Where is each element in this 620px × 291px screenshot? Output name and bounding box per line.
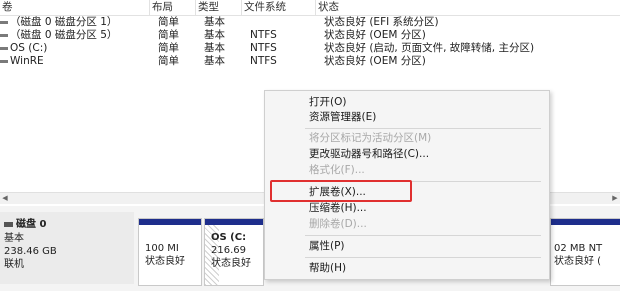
disk-icon	[4, 221, 13, 227]
menu-item-help[interactable]: 帮助(H)	[309, 261, 346, 276]
status-cell: 状态良好 (启动, 页面文件, 故障转储, 主分区)	[324, 42, 535, 54]
type-cell: 基本	[204, 42, 225, 54]
disk-name: 磁盘 0	[16, 219, 47, 230]
partition-status: 状态良好	[145, 256, 185, 267]
filesystem-cell: NTFS	[250, 55, 277, 67]
disk-kind: 基本	[4, 233, 24, 244]
column-header-volume[interactable]: 卷	[0, 0, 150, 15]
filesystem-cell: NTFS	[250, 29, 277, 41]
menu-item-shrink-volume[interactable]: 压缩卷(H)...	[309, 201, 367, 216]
menu-item-delete-volume[interactable]: 删除卷(D)...	[309, 217, 367, 232]
column-header-filesystem[interactable]: 文件系统	[242, 0, 316, 15]
column-header-type[interactable]: 类型	[196, 0, 242, 15]
status-cell: 状态良好 (OEM 分区)	[324, 55, 426, 67]
partition-size: 02 MB NT	[554, 243, 603, 254]
annotation-highlight-box	[270, 180, 412, 202]
volume-cell: OS (C:)	[0, 42, 150, 55]
scroll-right-icon[interactable]: ▶	[610, 193, 620, 204]
volume-icon	[0, 46, 8, 50]
layout-cell: 简单	[158, 29, 179, 41]
volume-cell: WinRE	[0, 55, 150, 68]
layout-cell: 简单	[158, 42, 179, 54]
partition-color-bar	[139, 219, 201, 225]
layout-cell: 简单	[158, 16, 179, 28]
menu-item-mark-active[interactable]: 将分区标记为活动分区(M)	[309, 131, 431, 146]
filesystem-cell: NTFS	[250, 42, 277, 54]
partition-status: 状态良好 (	[554, 256, 602, 267]
volume-icon	[0, 33, 8, 37]
partition-size: 100 MI	[145, 243, 179, 254]
status-cell: 状态良好 (OEM 分区)	[324, 29, 426, 41]
scroll-left-icon[interactable]: ◀	[0, 193, 10, 204]
partition-color-bar	[551, 219, 620, 225]
menu-item-change-drive-letter[interactable]: 更改驱动器号和路径(C)...	[309, 147, 429, 162]
type-cell: 基本	[204, 16, 225, 28]
table-row[interactable]: OS (C:) 简单 基本 NTFS 状态良好 (启动, 页面文件, 故障转储,…	[0, 42, 620, 55]
partition-label: OS (C:	[211, 232, 247, 243]
type-cell: 基本	[204, 29, 225, 41]
disk-name-row: 磁盘 0	[4, 218, 46, 231]
partition-status: 状态良好	[211, 258, 251, 269]
type-cell: 基本	[204, 55, 225, 67]
column-header-status[interactable]: 状态	[316, 0, 620, 15]
menu-item-properties[interactable]: 属性(P)	[309, 239, 345, 254]
disk-state: 联机	[4, 259, 24, 270]
disk-info-panel[interactable]: 磁盘 0 基本 238.46 GB 联机	[0, 212, 134, 284]
disk-size: 238.46 GB	[4, 246, 57, 257]
menu-separator	[305, 128, 541, 129]
volume-list-header: 卷 布局 类型 文件系统 状态	[0, 0, 620, 16]
column-header-layout[interactable]: 布局	[150, 0, 196, 15]
layout-cell: 简单	[158, 55, 179, 67]
menu-item-format[interactable]: 格式化(F)...	[309, 163, 365, 178]
table-row[interactable]: （磁盘 0 磁盘分区 5） 简单 基本 NTFS 状态良好 (OEM 分区)	[0, 29, 620, 42]
menu-separator	[305, 235, 541, 236]
menu-item-explore[interactable]: 资源管理器(E)	[309, 110, 376, 125]
menu-separator	[305, 257, 541, 258]
partition-size: 216.69	[211, 245, 246, 256]
table-row[interactable]: （磁盘 0 磁盘分区 1） 简单 基本 状态良好 (EFI 系统分区)	[0, 16, 620, 29]
status-cell: 状态良好 (EFI 系统分区)	[324, 16, 439, 28]
volume-icon	[0, 59, 8, 63]
partition-os-c[interactable]: OS (C: 216.69 状态良好	[204, 218, 264, 286]
volume-icon	[0, 20, 8, 24]
partition-efi[interactable]: 100 MI 状态良好	[138, 218, 202, 286]
partition-oem[interactable]: 02 MB NT 状态良好 (	[550, 218, 620, 286]
table-row[interactable]: WinRE 简单 基本 NTFS 状态良好 (OEM 分区)	[0, 55, 620, 68]
menu-item-open[interactable]: 打开(O)	[309, 95, 346, 110]
volume-cell: （磁盘 0 磁盘分区 1）	[0, 16, 150, 29]
volume-cell: （磁盘 0 磁盘分区 5）	[0, 29, 150, 42]
